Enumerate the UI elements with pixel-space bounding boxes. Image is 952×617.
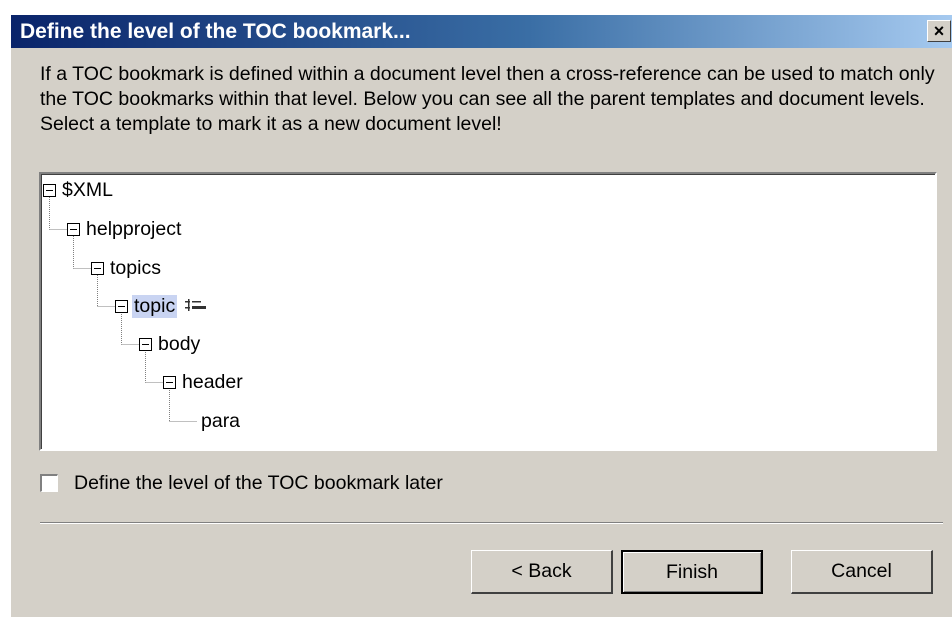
title-bar[interactable]: Define the level of the TOC bookmark... … bbox=[11, 15, 952, 48]
back-button[interactable]: < Back bbox=[471, 550, 613, 594]
tree-node-label-selected[interactable]: topic bbox=[132, 294, 178, 318]
tree-node-topic[interactable]: topic bbox=[115, 293, 207, 319]
tree-node-label[interactable]: para bbox=[199, 410, 242, 433]
tree-node-body[interactable]: body bbox=[139, 331, 202, 357]
toc-bookmark-icon bbox=[185, 299, 207, 313]
dialog-window: Define the level of the TOC bookmark... … bbox=[10, 14, 952, 617]
collapse-icon[interactable] bbox=[43, 183, 56, 197]
tree-node-header[interactable]: header bbox=[163, 369, 245, 395]
tree-node-label[interactable]: header bbox=[180, 371, 245, 394]
tree-node-xml[interactable]: $XML bbox=[43, 177, 115, 203]
finish-button[interactable]: Finish bbox=[621, 550, 763, 594]
close-button[interactable]: × bbox=[927, 20, 951, 42]
collapse-icon[interactable] bbox=[91, 261, 104, 275]
separator-line bbox=[40, 522, 943, 524]
define-later-label[interactable]: Define the level of the TOC bookmark lat… bbox=[74, 472, 443, 495]
cancel-button[interactable]: Cancel bbox=[791, 550, 933, 594]
dialog-title: Define the level of the TOC bookmark... bbox=[20, 20, 411, 43]
collapse-icon[interactable] bbox=[115, 299, 128, 313]
collapse-icon[interactable] bbox=[67, 222, 80, 236]
collapse-icon[interactable] bbox=[163, 375, 176, 389]
template-tree[interactable]: $XML helpproject topics topic body heade… bbox=[39, 172, 937, 451]
tree-node-topics[interactable]: topics bbox=[91, 255, 163, 281]
tree-node-label[interactable]: $XML bbox=[60, 179, 115, 202]
tree-node-para[interactable]: para bbox=[199, 408, 242, 434]
define-later-option[interactable]: Define the level of the TOC bookmark lat… bbox=[40, 471, 443, 495]
close-icon: × bbox=[933, 21, 945, 41]
collapse-icon[interactable] bbox=[139, 337, 152, 351]
intro-text: If a TOC bookmark is defined within a do… bbox=[40, 63, 935, 135]
tree-node-label[interactable]: helpproject bbox=[84, 218, 183, 241]
tree-node-helpproject[interactable]: helpproject bbox=[67, 216, 183, 242]
define-later-checkbox[interactable] bbox=[40, 474, 58, 492]
tree-node-label[interactable]: topics bbox=[108, 257, 163, 280]
tree-node-label[interactable]: body bbox=[156, 333, 202, 356]
